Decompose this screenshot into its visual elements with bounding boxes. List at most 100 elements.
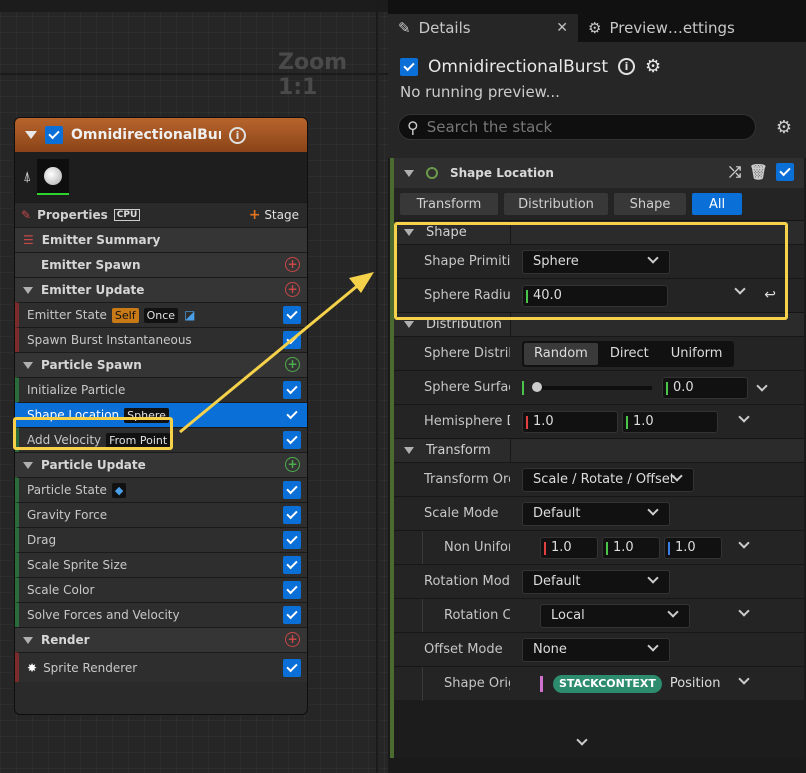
scale-mode-dropdown[interactable]: Default (522, 501, 670, 526)
collapse-arrow-icon[interactable] (404, 447, 414, 454)
module-scale-sprite-size[interactable]: Scale Sprite Size (15, 552, 307, 577)
collapse-arrow-icon[interactable] (23, 461, 33, 469)
collapse-arrow-icon[interactable] (25, 131, 37, 139)
sphere-surface-slider[interactable] (532, 381, 652, 392)
add-module-icon[interactable]: + (285, 357, 300, 372)
hemisphere-x-input[interactable]: 1.0 (522, 410, 618, 433)
tab-details[interactable]: ✎ Details ✕ (388, 14, 578, 42)
emitter-enabled-checkbox[interactable] (400, 57, 418, 76)
section-emitter-spawn[interactable]: Emitter Spawn + (15, 252, 307, 277)
segment-uniform[interactable]: Uniform (661, 343, 733, 365)
module-enabled-checkbox[interactable] (283, 606, 301, 624)
scale-y-input[interactable]: 1.0 (602, 536, 660, 559)
collapse-arrow-icon[interactable] (23, 361, 33, 369)
module-shape-location[interactable]: Shape Location Sphere (15, 402, 307, 427)
category-shape[interactable]: Shape (394, 220, 804, 245)
module-enabled-checkbox[interactable] (283, 581, 301, 599)
chevron-down-icon[interactable] (738, 411, 750, 423)
collapse-arrow-icon[interactable] (23, 286, 33, 294)
graph-splitter[interactable] (376, 0, 378, 773)
renderer-sprite[interactable]: ✸ Sprite Renderer (15, 652, 307, 682)
section-particle-update[interactable]: Particle Update + (15, 452, 307, 477)
add-module-icon[interactable]: + (285, 457, 300, 472)
properties-row[interactable]: ✎ Properties CPU + Stage (15, 202, 307, 227)
add-renderer-icon[interactable]: + (285, 632, 300, 647)
filter-all[interactable]: All (692, 193, 742, 215)
chevron-down-icon[interactable] (756, 379, 768, 392)
segment-direct[interactable]: Direct (600, 343, 659, 365)
transform-order-dropdown[interactable]: Scale / Rotate / Offset (522, 467, 694, 492)
add-stage-button[interactable]: + Stage (249, 207, 299, 223)
collapse-arrow-icon[interactable] (23, 636, 33, 644)
module-enabled-checkbox[interactable] (283, 306, 301, 324)
module-particle-state[interactable]: Particle State ◆ (15, 477, 307, 502)
chevron-down-icon[interactable] (738, 605, 750, 617)
collapse-arrow-icon[interactable] (404, 229, 414, 236)
sphere-surface-input[interactable]: 0.0 (662, 376, 748, 399)
hemisphere-y-input[interactable]: 1.0 (622, 410, 718, 433)
close-icon[interactable]: ✕ (556, 20, 568, 36)
shape-primitive-dropdown[interactable]: Sphere (522, 249, 670, 274)
module-enabled-checkbox[interactable] (283, 431, 301, 449)
offset-mode-dropdown[interactable]: None (522, 637, 670, 662)
collapse-arrow-icon[interactable] (404, 321, 414, 328)
category-distribution[interactable]: Distribution (394, 312, 804, 337)
trash-icon[interactable]: 🗑 (749, 163, 768, 181)
module-header[interactable]: Shape Location ⤮ 🗑 (394, 158, 804, 188)
module-enabled-checkbox[interactable] (283, 406, 301, 424)
scale-x-input[interactable]: 1.0 (540, 536, 598, 559)
stack-search-input[interactable]: ⚲ Search the stack (398, 114, 756, 140)
expand-more-chevron-icon[interactable] (576, 734, 588, 746)
module-enabled-checkbox[interactable] (283, 556, 301, 574)
reset-arrow-icon[interactable]: ↩ (764, 287, 776, 303)
gear-icon[interactable]: ⚙ (645, 56, 661, 77)
scale-z-input[interactable]: 1.0 (664, 536, 722, 559)
section-render[interactable]: Render + (15, 627, 307, 652)
segment-random[interactable]: Random (524, 342, 598, 365)
filter-shape[interactable]: Shape (614, 193, 686, 215)
chevron-down-icon[interactable] (738, 537, 750, 549)
filter-transform[interactable]: Transform (400, 193, 498, 215)
module-enabled-checkbox[interactable] (283, 481, 301, 499)
info-icon[interactable]: i (229, 126, 246, 144)
add-module-icon[interactable]: + (285, 282, 300, 297)
prop-label: Offset Mode (424, 642, 503, 657)
module-enabled-checkbox[interactable] (776, 163, 794, 181)
sphere-radius-input[interactable]: 40.0 (522, 284, 668, 307)
rotation-coord-dropdown[interactable]: Local (540, 603, 690, 628)
module-spawn-burst[interactable]: Spawn Burst Instantaneous (15, 327, 307, 352)
collapse-arrow-icon[interactable] (404, 169, 414, 177)
chevron-down-icon[interactable] (738, 673, 750, 685)
module-initialize-particle[interactable]: Initialize Particle (15, 377, 307, 402)
module-enabled-checkbox[interactable] (283, 331, 301, 349)
tab-preview-settings[interactable]: ⚙ Preview…ettings (578, 14, 745, 42)
emitter-enabled-checkbox[interactable] (45, 126, 63, 144)
emitter-node[interactable]: OmnidirectionalBurst i ⍋ ✎ Properties CP… (14, 117, 308, 715)
prop-label: Transform Order (424, 472, 510, 487)
stackcontext-pill[interactable]: STACKCONTEXT (553, 674, 662, 693)
settings-gear-icon[interactable]: ⚙ (776, 117, 792, 138)
module-drag[interactable]: Drag (15, 527, 307, 552)
emitter-summary-row[interactable]: ☰ Emitter Summary (15, 227, 307, 252)
emitter-node-header[interactable]: OmnidirectionalBurst i (15, 118, 307, 152)
add-module-icon[interactable]: + (285, 257, 300, 272)
module-enabled-checkbox[interactable] (283, 506, 301, 524)
module-add-velocity[interactable]: Add Velocity From Point (15, 427, 307, 452)
chevron-down-icon[interactable] (734, 283, 746, 295)
niagara-graph-panel[interactable]: Zoom 1:1 OmnidirectionalBurst i ⍋ ✎ Prop… (0, 0, 388, 773)
module-enabled-checkbox[interactable] (283, 381, 301, 399)
shuffle-icon[interactable]: ⤮ (729, 163, 741, 181)
emitter-thumbnail[interactable] (37, 159, 70, 195)
rotation-mode-dropdown[interactable]: Default (522, 569, 670, 594)
module-scale-color[interactable]: Scale Color (15, 577, 307, 602)
filter-distribution[interactable]: Distribution (504, 193, 608, 215)
info-icon[interactable]: i (618, 58, 636, 75)
section-particle-spawn[interactable]: Particle Spawn + (15, 352, 307, 377)
section-emitter-update[interactable]: Emitter Update + (15, 277, 307, 302)
module-solve-forces[interactable]: Solve Forces and Velocity (15, 602, 307, 627)
module-gravity-force[interactable]: Gravity Force (15, 502, 307, 527)
renderer-enabled-checkbox[interactable] (283, 659, 301, 677)
category-transform[interactable]: Transform (394, 438, 804, 463)
module-enabled-checkbox[interactable] (283, 531, 301, 549)
module-emitter-state[interactable]: Emitter State Self Once ◪ (15, 302, 307, 327)
